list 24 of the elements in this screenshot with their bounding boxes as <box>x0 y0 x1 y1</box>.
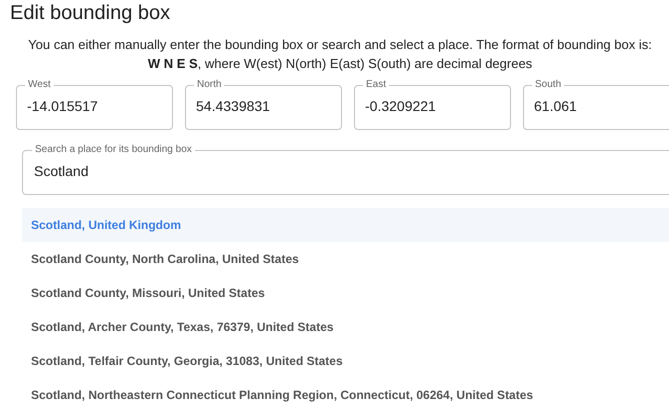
result-item[interactable]: Scotland, Telfair County, Georgia, 31083, United States <box>22 344 669 378</box>
field-value: 61.061 <box>534 97 578 116</box>
result-item[interactable]: Scotland, Archer County, Texas, 76379, United States <box>22 310 669 344</box>
intro-text: You can either manually enter the bounding box or search and select a place. The format of bounding box is: <box>28 36 652 54</box>
result-item[interactable]: Scotland County, North Carolina, United States <box>22 242 669 276</box>
text-field[interactable]: West -14.015517 <box>16 79 173 130</box>
field-value: 54.4339831 <box>196 97 271 116</box>
field-value: Scotland <box>34 162 90 181</box>
result-item[interactable]: Scotland, United Kingdom <box>22 208 669 242</box>
text-field[interactable]: East -0.3209221 <box>354 79 511 130</box>
field-label: West <box>27 79 52 91</box>
text-field[interactable]: North 54.4339831 <box>185 79 342 130</box>
text-field[interactable]: Search a place for its bounding box Scotland <box>22 144 669 195</box>
field-label: East <box>365 79 388 91</box>
field-label: South <box>534 79 562 91</box>
field-label: Search a place for its bounding box <box>34 144 193 156</box>
result-item[interactable]: Scotland County, Missouri, United States <box>22 276 669 310</box>
field-label: North <box>196 79 222 91</box>
result-item[interactable]: Scotland, Northeastern Connecticut Planning Region, Connecticut, 06264, United States <box>22 378 669 403</box>
format-text: W N E S, where W(est) N(orth) E(ast) S(outh) are decimal degrees <box>148 55 532 73</box>
field-value: -0.3209221 <box>365 97 437 116</box>
field-value: -14.015517 <box>27 97 99 116</box>
text-field[interactable]: South 61.061 <box>523 79 669 130</box>
page-title: Edit bounding box <box>10 1 170 25</box>
